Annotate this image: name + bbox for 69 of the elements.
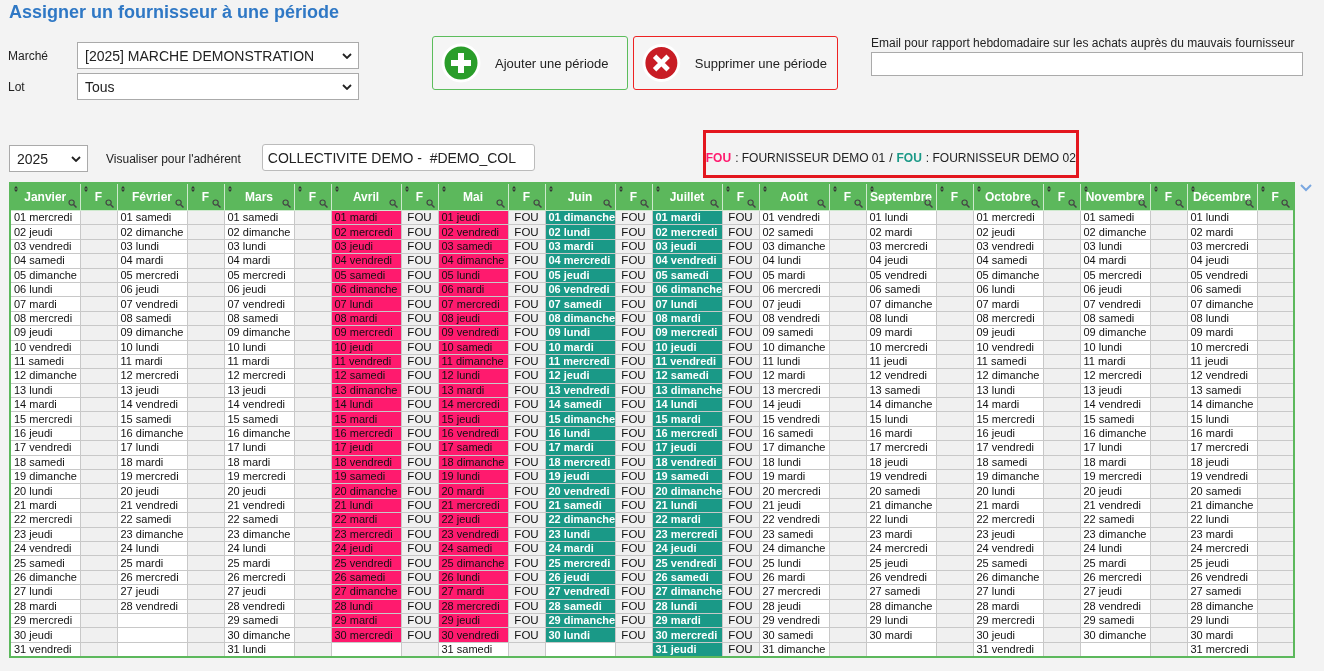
field-label: Marché bbox=[8, 48, 49, 63]
sort-icon[interactable] bbox=[1083, 186, 1088, 192]
dropdown-caret-icon bbox=[342, 83, 352, 90]
sort-icon[interactable] bbox=[227, 186, 232, 192]
sort-icon[interactable] bbox=[511, 186, 516, 192]
sort-icon[interactable] bbox=[869, 186, 874, 192]
supplier-code: FOU bbox=[896, 151, 922, 165]
search-icon[interactable] bbox=[318, 199, 328, 208]
remove-period-button[interactable]: Supprimer une période bbox=[633, 36, 838, 90]
sort-icon[interactable] bbox=[655, 186, 660, 192]
sort-icon[interactable] bbox=[762, 186, 767, 192]
search-icon[interactable] bbox=[1067, 199, 1077, 208]
sort-icon[interactable] bbox=[618, 186, 623, 192]
search-icon[interactable] bbox=[960, 199, 970, 208]
search-icon[interactable] bbox=[1244, 199, 1254, 208]
add-period-button[interactable]: Ajouter une période bbox=[432, 36, 628, 90]
search-icon[interactable] bbox=[67, 199, 77, 208]
search-icon[interactable] bbox=[104, 199, 114, 208]
search-icon[interactable] bbox=[816, 199, 826, 208]
sort-icon[interactable] bbox=[725, 186, 730, 192]
sort-icon[interactable] bbox=[548, 186, 553, 192]
sort-icon[interactable] bbox=[441, 186, 446, 192]
market-select[interactable]: [2025] MARCHE DEMONSTRATION bbox=[77, 42, 359, 69]
search-icon[interactable] bbox=[532, 199, 542, 208]
search-icon[interactable] bbox=[495, 199, 505, 208]
sort-icon[interactable] bbox=[14, 186, 18, 192]
sort-icon[interactable] bbox=[120, 186, 125, 192]
sort-icon[interactable] bbox=[1046, 186, 1051, 192]
lot-select[interactable]: Tous bbox=[77, 73, 359, 100]
search-icon[interactable] bbox=[602, 199, 612, 208]
dropdown-caret-icon bbox=[71, 155, 81, 162]
search-icon[interactable] bbox=[388, 199, 398, 208]
legend-separator: / bbox=[889, 151, 893, 165]
search-icon[interactable] bbox=[1174, 199, 1184, 208]
dropdown-caret-icon bbox=[342, 52, 352, 59]
search-icon[interactable] bbox=[709, 199, 719, 208]
field-label: Email pour rapport hebdomadaire sur les achats auprès du mauvais fournisseur bbox=[871, 36, 1296, 50]
sort-icon[interactable] bbox=[1190, 186, 1195, 192]
member-field[interactable]: COLLECTIVITE DEMO - #DEMO_COL bbox=[261, 144, 535, 171]
search-icon[interactable] bbox=[853, 199, 863, 208]
sort-icon[interactable] bbox=[334, 186, 339, 192]
sort-icon[interactable] bbox=[939, 186, 944, 192]
search-icon[interactable] bbox=[281, 199, 291, 208]
sort-icon[interactable] bbox=[1153, 186, 1158, 192]
sort-icon[interactable] bbox=[190, 186, 195, 192]
search-icon[interactable] bbox=[211, 199, 221, 208]
search-icon[interactable] bbox=[425, 199, 435, 208]
sort-icon[interactable] bbox=[297, 186, 302, 192]
search-icon[interactable] bbox=[746, 199, 756, 208]
search-icon[interactable] bbox=[1137, 199, 1147, 208]
sort-icon[interactable] bbox=[1260, 186, 1265, 192]
supplier-name: : FOURNISSEUR DEMO 02 bbox=[925, 151, 1076, 165]
sort-icon[interactable] bbox=[404, 186, 409, 192]
search-icon[interactable] bbox=[1281, 199, 1290, 208]
search-icon[interactable] bbox=[639, 199, 649, 208]
search-icon[interactable] bbox=[174, 199, 184, 208]
sort-icon[interactable] bbox=[976, 186, 981, 192]
email-field[interactable] bbox=[871, 52, 1303, 76]
field-label: Visualiser pour l'adhérent bbox=[106, 152, 241, 166]
plus-icon bbox=[441, 43, 481, 83]
supplier-name: : FOURNISSEUR DEMO 01 bbox=[735, 151, 886, 165]
page-title: Assigner un fournisseur à une période bbox=[8, 1, 341, 22]
close-icon bbox=[642, 43, 681, 83]
field-label: Lot bbox=[8, 79, 26, 94]
sort-icon[interactable] bbox=[832, 186, 837, 192]
sort-icon[interactable] bbox=[83, 186, 88, 192]
supplier-code: FOU bbox=[705, 151, 732, 165]
year-select[interactable]: 2025 bbox=[9, 145, 88, 172]
search-icon[interactable] bbox=[1030, 199, 1040, 208]
